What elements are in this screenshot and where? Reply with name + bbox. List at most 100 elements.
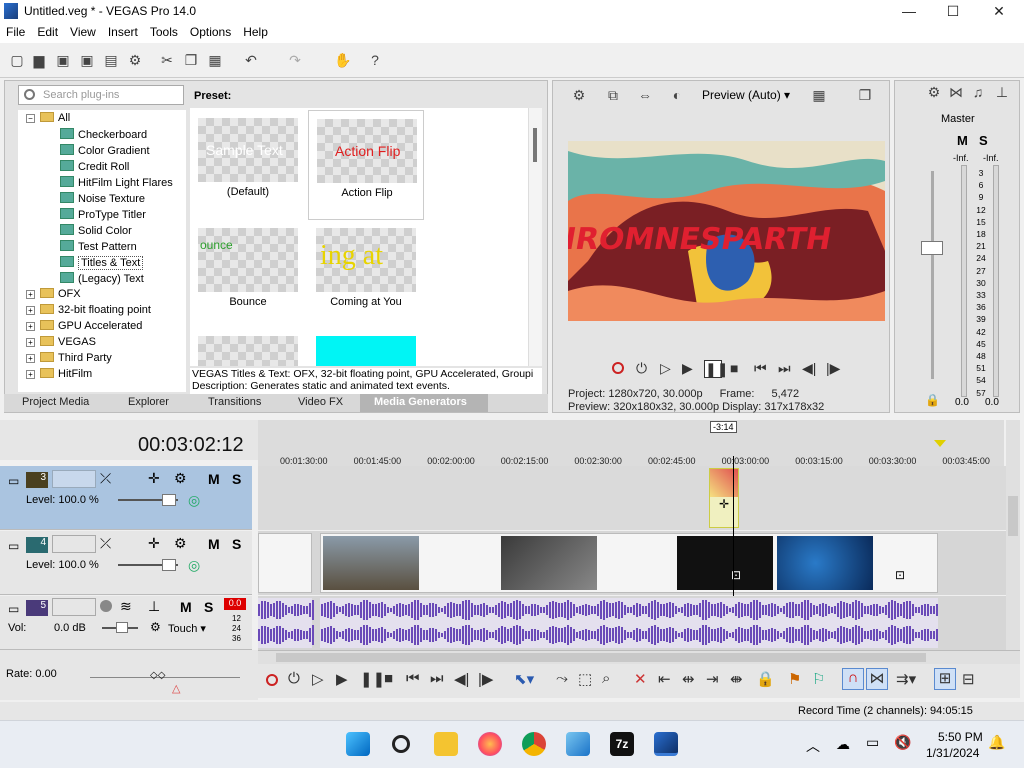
downmix-icon[interactable]: ⋈	[947, 83, 965, 101]
trim-end-icon[interactable]: ⇥	[706, 670, 719, 688]
fx-icon[interactable]: ⊥	[148, 598, 160, 615]
track-name-field[interactable]	[52, 535, 96, 553]
track-solo-button[interactable]: S	[232, 471, 241, 487]
region-insert-icon[interactable]: ⚐	[812, 670, 825, 688]
lock-icon[interactable]: 🔒	[925, 393, 940, 407]
track-lane-5[interactable]	[258, 596, 1006, 650]
help-icon[interactable]: ?	[366, 51, 384, 69]
preset-bounce[interactable]: ounce Bounce	[190, 224, 308, 324]
pause-icon[interactable]: ❚❚	[704, 360, 728, 378]
gear-icon[interactable]: ⚙	[570, 86, 588, 104]
redo-icon[interactable]: ↷	[286, 51, 304, 69]
composite-icon[interactable]: ◎	[188, 557, 200, 574]
tree-folder[interactable]: + HitFilm	[26, 368, 92, 380]
menu-view[interactable]: View	[64, 22, 102, 39]
tab-transitions[interactable]: Transitions	[208, 396, 261, 408]
start-icon[interactable]	[346, 732, 370, 756]
composite-icon[interactable]: ◎	[188, 492, 200, 509]
dim-output-icon[interactable]: ♫	[969, 83, 987, 101]
track-mute-button[interactable]: M	[208, 536, 220, 552]
fx-icon[interactable]: ⤫	[100, 470, 111, 487]
preset-scrollbar[interactable]	[528, 108, 542, 366]
external-monitor-icon[interactable]: ⧉	[604, 86, 622, 104]
collapse-icon[interactable]: ▭	[8, 474, 19, 488]
timeline-hscrollbar[interactable]	[258, 650, 1020, 664]
motion-icon[interactable]: ✛	[148, 470, 160, 487]
split-screen-icon[interactable]: ⇔	[636, 86, 654, 104]
fx-icon[interactable]: ⤫	[100, 535, 111, 552]
preview-mode-icon[interactable]: ◐	[668, 86, 686, 104]
clock-date[interactable]: 1/31/2024	[926, 746, 979, 760]
loop-icon[interactable]: ⏻	[288, 670, 300, 687]
save-icon[interactable]: ▣	[54, 51, 72, 69]
collapse-icon[interactable]: ▭	[8, 602, 19, 616]
minimize-button[interactable]: —	[886, 0, 932, 22]
maximize-button[interactable]: ☐	[930, 0, 976, 22]
tree-folder[interactable]: + OFX	[26, 288, 81, 300]
menu-file[interactable]: File	[0, 22, 31, 39]
motion-icon[interactable]: ✛	[148, 535, 160, 552]
rate-slider-handle[interactable]: ◇◇	[150, 670, 165, 681]
tab-project-media[interactable]: Project Media	[22, 396, 89, 408]
tree-folder[interactable]: + GPU Accelerated	[26, 320, 142, 332]
preset-default[interactable]: Sample Text (Default)	[190, 108, 308, 218]
go-to-end-icon[interactable]: ⏭	[430, 670, 444, 687]
tree-item[interactable]: Color Gradient	[60, 144, 150, 157]
track-header-5[interactable]: ▭ 5 ≋ ⊥ M S 0.0 12 24 36 Vol: 0.0 dB ⚙ T…	[0, 596, 252, 650]
render-icon[interactable]: ▤	[102, 51, 120, 69]
track-header-4[interactable]: ▭ 4 ⤫ ✛ ⚙ M S Level: 100.0 % ◎	[0, 531, 252, 595]
play-from-start-icon[interactable]: ▷	[660, 360, 671, 377]
split-icon[interactable]: ⇼	[730, 670, 743, 688]
play-icon[interactable]: ▶	[336, 670, 348, 688]
tree-folder[interactable]: +32-bit floating point	[26, 304, 151, 316]
gear-icon[interactable]: ⚙	[126, 51, 144, 69]
track-mute-button[interactable]: M	[180, 599, 192, 615]
tree-folder[interactable]: + Third Party	[26, 352, 112, 364]
notification-bell-icon[interactable]: 🔔	[988, 734, 1005, 751]
chrome-icon[interactable]	[522, 732, 546, 756]
menu-options[interactable]: Options	[184, 22, 237, 39]
next-frame-icon[interactable]: |▶	[478, 670, 493, 688]
master-fader-handle[interactable]	[921, 241, 943, 255]
preset-partial[interactable]	[198, 336, 298, 366]
envelope-tool-icon[interactable]: ⤳	[556, 670, 568, 687]
cloud-icon[interactable]: ☁	[836, 736, 850, 753]
master-mute-button[interactable]: M	[957, 133, 968, 148]
tree-item[interactable]: (Legacy) Text	[60, 272, 144, 285]
7zip-icon[interactable]: 7z	[610, 732, 634, 756]
menu-help[interactable]: Help	[237, 22, 274, 39]
arm-record-icon[interactable]	[100, 600, 112, 612]
track-name-field[interactable]	[52, 598, 96, 616]
track-mute-button[interactable]: M	[208, 471, 220, 487]
close-button[interactable]: ✕	[976, 0, 1022, 22]
cut-icon[interactable]: ✂	[158, 51, 176, 69]
tree-item[interactable]: Solid Color	[60, 224, 132, 237]
search-input[interactable]: Search plug-ins	[18, 85, 184, 105]
level-slider-handle[interactable]	[162, 494, 176, 506]
track-name-field[interactable]	[52, 470, 96, 488]
touch-dropdown[interactable]: Touch ▾	[168, 622, 206, 635]
automation-icon[interactable]: ⚙	[150, 620, 161, 634]
lock-envelopes-icon[interactable]: 🔒	[756, 670, 775, 688]
timeline-ruler[interactable]: -3:14 00:01:30:00 00:01:45:00 00:02:00:00 0…	[258, 420, 1004, 466]
record-icon[interactable]	[266, 674, 278, 686]
mixer-properties-icon[interactable]: ⊥	[993, 83, 1011, 101]
zoom-tool-icon[interactable]: ⌕	[602, 670, 610, 687]
tab-video-fx[interactable]: Video FX	[298, 396, 343, 408]
selection-tool-icon[interactable]: ⬚	[578, 670, 592, 688]
preset-cyan[interactable]	[316, 336, 416, 366]
tree-item-selected[interactable]: Titles & Text	[60, 256, 144, 270]
delete-icon[interactable]: ✕	[634, 670, 647, 688]
menu-tools[interactable]: Tools	[144, 22, 184, 39]
pause-icon[interactable]: ❚❚	[360, 670, 385, 688]
track-lane-3[interactable]	[258, 466, 1006, 530]
play-icon[interactable]: ▶	[682, 360, 693, 377]
track-header-3[interactable]: ▭ 3 ⤫ ✛ ⚙ M S Level: 100.0 % ◎	[0, 466, 252, 530]
collapse-icon[interactable]: ▭	[8, 539, 19, 553]
trim-start-icon[interactable]: ⇤	[658, 670, 671, 688]
tree-item[interactable]: Test Pattern	[60, 240, 137, 253]
search-icon[interactable]	[392, 735, 410, 753]
loop-icon[interactable]: ⏻	[636, 360, 647, 377]
title-event[interactable]: ✛	[709, 468, 739, 528]
tree-item[interactable]: Noise Texture	[60, 192, 145, 205]
